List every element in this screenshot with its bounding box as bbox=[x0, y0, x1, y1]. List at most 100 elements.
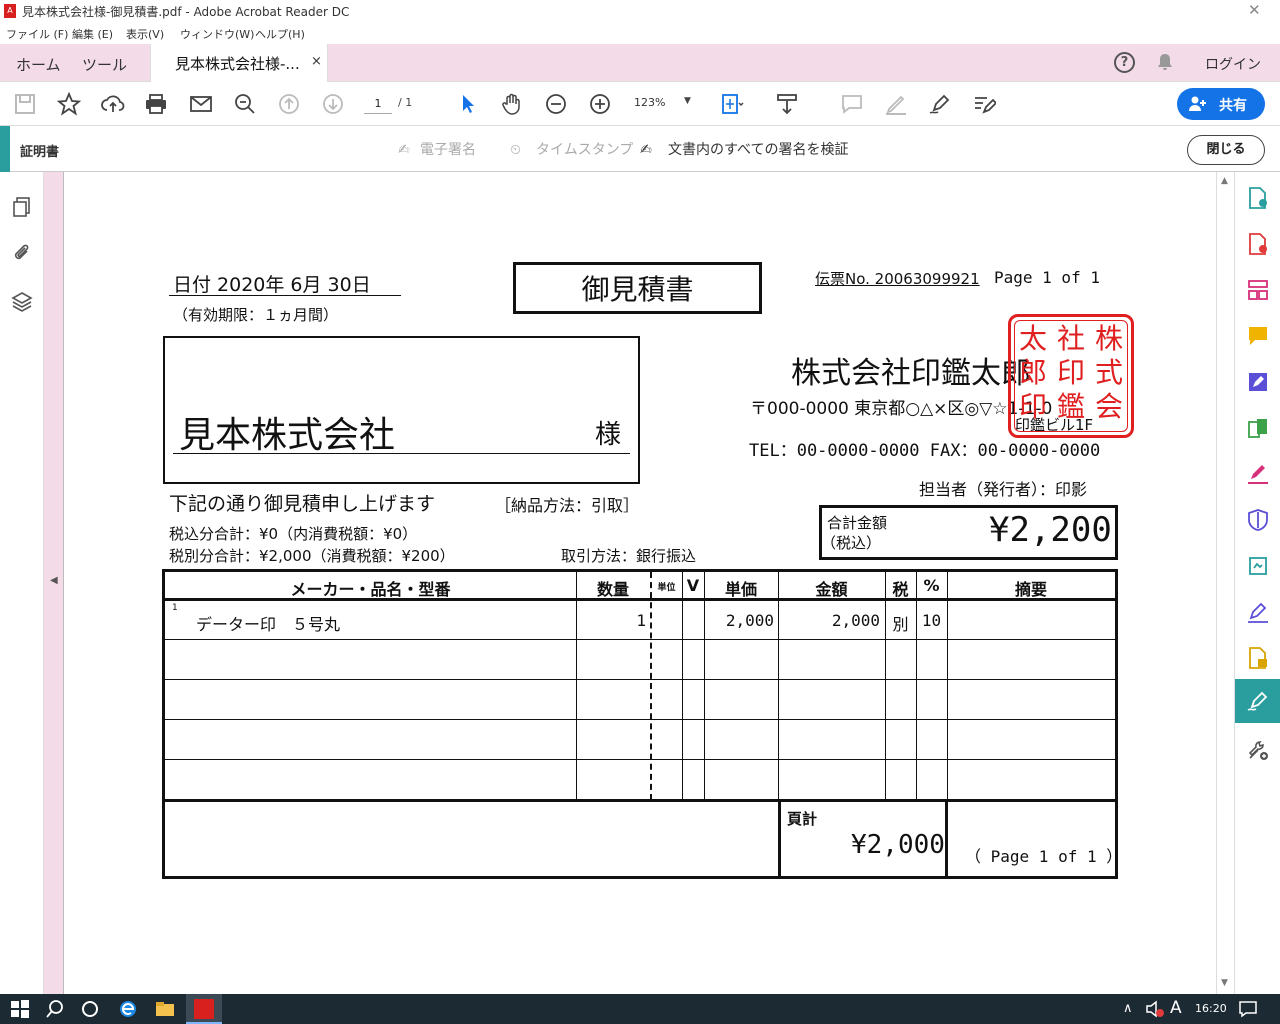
title-bar: A 見本株式会社様-御見積書.pdf - Adobe Acrobat Reade… bbox=[0, 0, 1280, 22]
certificate-pen-icon bbox=[1246, 689, 1270, 713]
honorific: 様 bbox=[595, 420, 622, 450]
header-amount: 金額 bbox=[815, 580, 848, 599]
window-close-button[interactable]: ✕ bbox=[1248, 1, 1261, 19]
scroll-up-icon[interactable]: ▲ bbox=[1221, 176, 1228, 186]
date-underline bbox=[169, 295, 401, 296]
menu-file[interactable]: ファイル (F) bbox=[6, 26, 68, 42]
chevron-down-icon[interactable]: ▼ bbox=[684, 96, 691, 106]
seal-char: 郎 bbox=[1019, 356, 1048, 389]
help-icon[interactable]: ? bbox=[1114, 52, 1135, 73]
print-icon[interactable] bbox=[144, 92, 168, 116]
select-cursor-icon[interactable] bbox=[456, 92, 480, 116]
col-line bbox=[947, 572, 948, 800]
collapse-arrow-icon[interactable]: ◀ bbox=[50, 575, 58, 586]
close-certbar-button[interactable]: 閉じる bbox=[1187, 135, 1265, 165]
row-qty: 1 bbox=[636, 611, 646, 630]
mail-icon[interactable] bbox=[189, 92, 213, 116]
customer-name: 見本株式会社 bbox=[179, 415, 396, 456]
header-qty: 数量 bbox=[596, 580, 629, 599]
ime-indicator[interactable]: A bbox=[1170, 998, 1182, 1018]
comment-tool-icon[interactable] bbox=[1246, 324, 1270, 348]
tab-document[interactable]: 見本株式会社様-... × bbox=[150, 44, 328, 82]
attachment-icon[interactable] bbox=[11, 242, 33, 264]
pages-thumbnail-icon[interactable] bbox=[11, 196, 33, 218]
certificates-tool-active[interactable] bbox=[1235, 679, 1280, 723]
acrobat-taskbar-button[interactable] bbox=[186, 994, 222, 1024]
tab-close-button[interactable]: × bbox=[311, 54, 322, 69]
login-link[interactable]: ログイン bbox=[1205, 54, 1261, 74]
prev-page-icon[interactable] bbox=[277, 92, 301, 116]
page-number-input[interactable]: 1 bbox=[364, 94, 392, 114]
search-icon[interactable] bbox=[45, 999, 65, 1019]
edit-pdf-icon[interactable] bbox=[1246, 370, 1270, 394]
tax-included-summary: 税込分合計：¥0（内消費税額：¥0） bbox=[169, 525, 418, 543]
star-icon[interactable] bbox=[56, 91, 82, 116]
menu-window[interactable]: ウィンドウ(W) bbox=[180, 26, 254, 42]
scan-ocr-icon[interactable] bbox=[1246, 554, 1270, 578]
layers-icon[interactable] bbox=[11, 290, 33, 312]
cortana-icon[interactable] bbox=[80, 999, 100, 1019]
seal-char: 式 bbox=[1095, 356, 1124, 389]
pen-sign-icon: ✍ bbox=[398, 142, 410, 158]
menu-help[interactable]: ヘルプ(H) bbox=[255, 26, 305, 42]
protect-shield-icon[interactable] bbox=[1246, 508, 1270, 532]
validate-signatures-button[interactable]: ✍ 文書内のすべての署名を検証 bbox=[640, 139, 848, 159]
fill-sign-icon[interactable] bbox=[972, 92, 998, 116]
zoom-search-icon[interactable] bbox=[233, 92, 257, 116]
table-bottom-line bbox=[162, 799, 1118, 802]
sign-pen-icon[interactable] bbox=[928, 92, 952, 116]
navigation-pane-toggle[interactable]: ◀ bbox=[44, 172, 64, 994]
export-pdf-icon[interactable] bbox=[1246, 186, 1270, 210]
comment-icon[interactable] bbox=[840, 92, 864, 116]
scroll-mode-icon[interactable] bbox=[775, 92, 799, 116]
row-item: データー印 ５号丸 bbox=[196, 615, 341, 634]
timestamp-button[interactable]: ⏲ タイムスタンプ bbox=[510, 139, 633, 159]
request-signature-icon[interactable] bbox=[1246, 600, 1270, 624]
footer-divider bbox=[778, 800, 781, 876]
edge-browser-icon[interactable] bbox=[118, 999, 138, 1019]
company-name: 株式会社印鑑太郎 bbox=[791, 356, 1031, 391]
taskbar-clock[interactable]: 16:20 bbox=[1195, 1002, 1227, 1015]
tab-home[interactable]: ホーム bbox=[16, 54, 61, 75]
hand-tool-icon[interactable] bbox=[500, 92, 524, 116]
digital-sign-button[interactable]: ✍ 電子署名 bbox=[398, 139, 476, 159]
page-total-label: 頁計 bbox=[787, 810, 818, 828]
more-tools-icon[interactable] bbox=[1246, 738, 1270, 762]
seal-char: 株 bbox=[1095, 322, 1124, 355]
compare-files-icon[interactable] bbox=[1246, 416, 1270, 440]
window-title: 見本株式会社様-御見積書.pdf - Adobe Acrobat Reader … bbox=[22, 5, 350, 19]
zoom-level[interactable]: 123% bbox=[634, 96, 665, 109]
seal-char: 太 bbox=[1019, 322, 1048, 355]
action-center-icon[interactable] bbox=[1238, 999, 1258, 1019]
validate-label: 文書内のすべての署名を検証 bbox=[668, 142, 849, 158]
organize-pages-icon[interactable] bbox=[1246, 278, 1270, 302]
save-icon[interactable] bbox=[13, 92, 37, 116]
scroll-down-icon[interactable]: ▼ bbox=[1221, 978, 1228, 988]
menu-edit[interactable]: 編集 (E) bbox=[72, 26, 113, 42]
fill-and-sign-icon[interactable] bbox=[1246, 462, 1270, 486]
zoom-in-icon[interactable] bbox=[588, 92, 612, 116]
menu-view[interactable]: 表示(V) bbox=[126, 26, 164, 42]
seal-char: 会 bbox=[1095, 390, 1124, 423]
next-page-icon[interactable] bbox=[321, 92, 345, 116]
windows-start-icon[interactable] bbox=[10, 999, 30, 1019]
vertical-scrollbar[interactable]: ▲ ▼ bbox=[1216, 172, 1234, 994]
bell-icon[interactable] bbox=[1156, 53, 1174, 71]
digital-sign-label: 電子署名 bbox=[420, 142, 476, 158]
col-line bbox=[682, 572, 683, 800]
header-v: V bbox=[686, 576, 700, 595]
acrobat-icon: A bbox=[4, 4, 16, 18]
tray-chevron-icon[interactable]: ∧ bbox=[1123, 1001, 1133, 1016]
highlight-pen-icon[interactable] bbox=[884, 92, 908, 116]
volume-muted-icon[interactable] bbox=[1145, 999, 1165, 1019]
share-button[interactable]: 共有 bbox=[1177, 88, 1265, 120]
company-address: 〒000-0000 東京都○△×区◎▽☆1-1-0 bbox=[750, 399, 1053, 419]
fit-page-icon[interactable] bbox=[720, 92, 744, 116]
upload-cloud-icon[interactable] bbox=[101, 92, 125, 116]
page-total-value: ¥2,000 bbox=[851, 830, 945, 860]
zoom-out-icon[interactable] bbox=[544, 92, 568, 116]
file-explorer-icon[interactable] bbox=[155, 999, 175, 1019]
create-pdf-icon[interactable] bbox=[1246, 232, 1270, 256]
tab-tools[interactable]: ツール bbox=[82, 54, 127, 75]
send-for-comments-icon[interactable] bbox=[1246, 646, 1270, 670]
